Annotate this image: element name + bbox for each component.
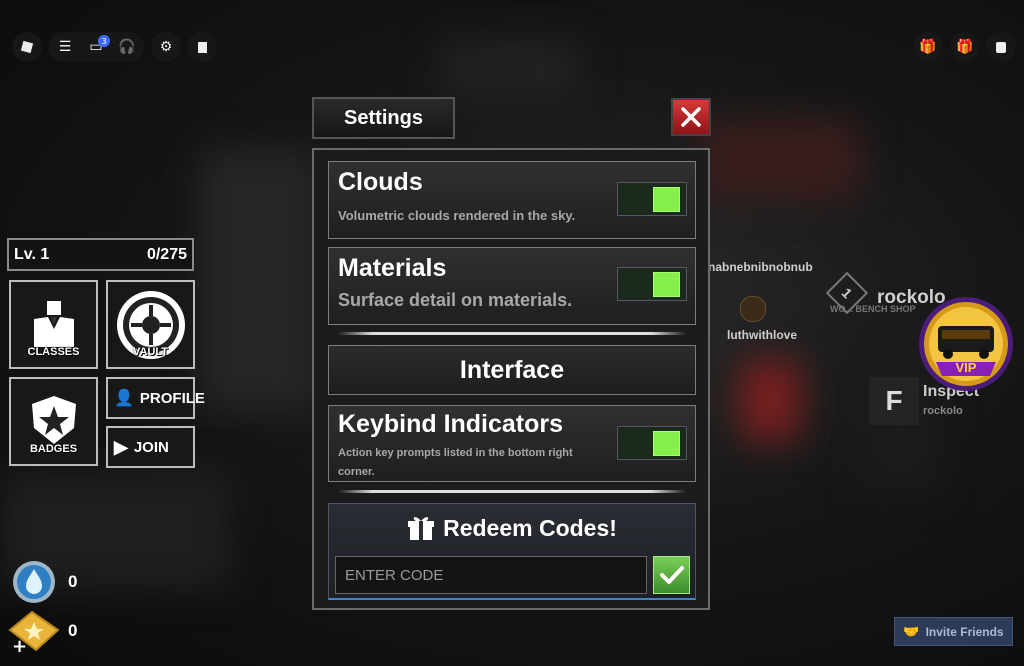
player-nametag-1: nabnebnibnobnub: [708, 260, 813, 274]
keybind-indicators-toggle[interactable]: [617, 426, 687, 460]
level-bar: Lv. 1 0/275: [7, 238, 194, 271]
top-button-group: ☰ ▭ 3 🎧: [48, 32, 144, 62]
level-label: Lv. 1: [14, 245, 50, 263]
classes-label: CLASSES: [27, 346, 80, 358]
player-nametag-3: luthwithlove: [727, 328, 797, 342]
vip-button[interactable]: VIP: [918, 296, 1014, 392]
setting-title-clouds: Clouds: [338, 168, 423, 196]
currency-ticket: + 0: [6, 608, 77, 654]
section-divider: [338, 332, 686, 335]
gift-icon: [408, 517, 435, 540]
player-avatar-icon: [740, 296, 766, 322]
classes-button[interactable]: CLASSES: [9, 280, 98, 369]
section-divider: [338, 490, 686, 493]
interface-section-header: Interface: [328, 345, 696, 395]
setting-desc-keybind-indicators: Action key prompts listed in the bottom …: [338, 447, 573, 478]
close-icon: [681, 107, 701, 127]
invite-friends-label: Invite Friends: [925, 624, 1004, 639]
water-coin-icon: [13, 561, 55, 603]
vault-label: VAULT: [132, 346, 169, 358]
currency-water: 0: [12, 560, 77, 604]
close-settings-button[interactable]: [671, 98, 711, 136]
notebook-button[interactable]: [187, 32, 217, 62]
redeem-code-input[interactable]: [335, 556, 647, 594]
user-edit-icon: 👤: [114, 390, 134, 407]
settings-title: Settings: [344, 106, 423, 129]
vault-button[interactable]: VAULT: [106, 280, 195, 369]
inspect-key-icon: F: [869, 377, 919, 425]
toggle-knob: [653, 271, 680, 297]
gift-button-1[interactable]: 🎁: [913, 32, 943, 62]
inspect-target: rockolo: [923, 405, 963, 417]
gift-button-2[interactable]: 🎁: [950, 32, 980, 62]
interface-section-title: Interface: [459, 355, 565, 384]
voice-button[interactable]: 🎧: [112, 32, 142, 62]
setting-desc-materials: Surface detail on materials.: [338, 290, 573, 310]
join-button[interactable]: ▶ JOIN: [106, 426, 195, 468]
materials-toggle[interactable]: [617, 267, 687, 301]
hamburger-icon: ☰: [58, 39, 72, 55]
setting-row-keybind-indicators: Keybind Indicators Action key prompts li…: [328, 405, 696, 482]
chat-notification-badge: 3: [98, 35, 110, 47]
book-icon: [197, 41, 207, 53]
settings-title-tab: Settings: [312, 97, 455, 139]
roblox-menu-button[interactable]: [12, 32, 42, 62]
toggle-knob: [653, 430, 680, 456]
profile-label: PROFILE: [139, 389, 205, 407]
setting-row-materials: Materials Surface detail on materials.: [328, 247, 696, 325]
settings-panel: Clouds Volumetric clouds rendered in the…: [312, 148, 710, 610]
notes-button[interactable]: [986, 32, 1016, 62]
shop-sign: WO... BENCH SHOP: [830, 304, 916, 314]
vip-label: VIP: [955, 360, 977, 375]
redeem-submit-button[interactable]: [653, 556, 690, 594]
notes-icon: [996, 41, 1006, 53]
badges-label: BADGES: [29, 443, 78, 455]
checkmark-icon: [659, 566, 684, 584]
redeem-header: Redeem Codes!: [329, 514, 695, 542]
join-label: JOIN: [133, 438, 169, 456]
settings-button[interactable]: ⚙: [151, 32, 181, 62]
play-icon: ▶: [114, 436, 128, 457]
redeem-codes-section: Redeem Codes!: [328, 503, 696, 600]
vip-bus-icon: [919, 297, 1013, 391]
setting-row-clouds: Clouds Volumetric clouds rendered in the…: [328, 161, 696, 239]
clouds-toggle[interactable]: [617, 182, 687, 216]
badges-button[interactable]: BADGES: [9, 377, 98, 466]
svg-text:+: +: [12, 636, 27, 654]
gift-icon: 🎁: [919, 39, 937, 55]
headset-icon: 🎧: [118, 39, 136, 55]
redeem-title: Redeem Codes!: [443, 514, 617, 541]
xp-label: 0/275: [146, 245, 187, 263]
currency-ticket-value: 0: [68, 621, 78, 640]
gear-icon: ⚙: [159, 39, 173, 55]
ticket-icon: +: [8, 610, 60, 654]
setting-title-keybind-indicators: Keybind Indicators: [338, 410, 564, 438]
toggle-knob: [653, 186, 680, 212]
invite-friends-button[interactable]: 🤝 Invite Friends: [894, 617, 1013, 646]
handshake-icon: 🤝: [903, 623, 920, 639]
setting-title-materials: Materials: [338, 254, 447, 282]
setting-desc-clouds: Volumetric clouds rendered in the sky.: [338, 208, 576, 223]
hamburger-menu-button[interactable]: ☰: [50, 32, 80, 62]
gift-icon: 🎁: [956, 39, 974, 55]
currency-water-value: 0: [68, 572, 78, 591]
roblox-logo-icon: [20, 40, 34, 54]
profile-button[interactable]: 👤 PROFILE: [106, 377, 205, 419]
